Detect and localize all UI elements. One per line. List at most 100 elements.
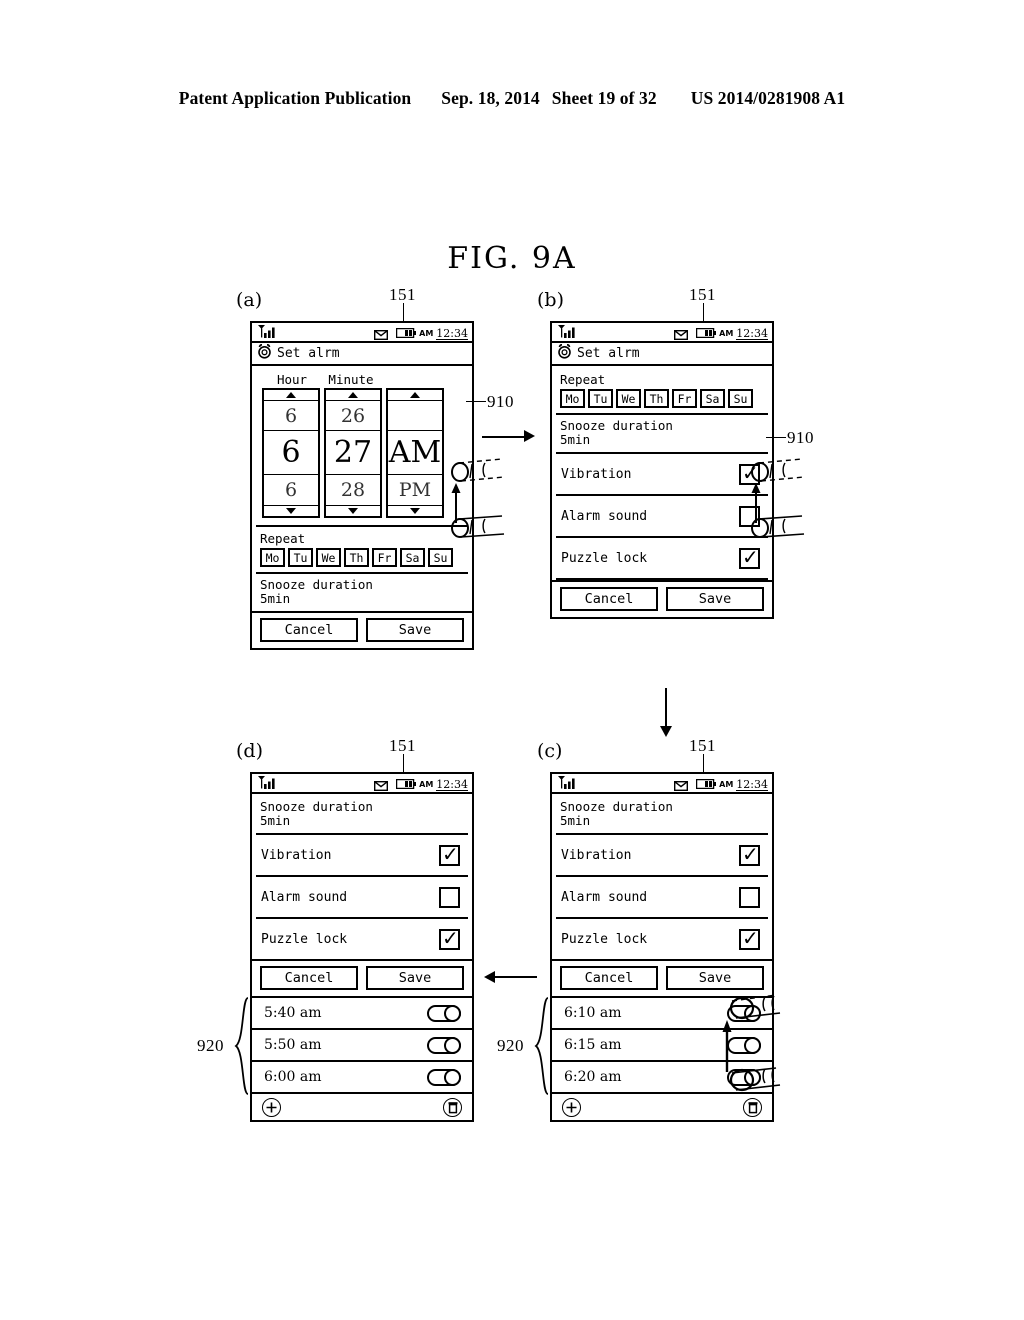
- meridiem-selected-value[interactable]: AM: [388, 431, 442, 475]
- checkbox-vibration-c[interactable]: ✓: [739, 844, 760, 866]
- repeat-day-su[interactable]: Su: [428, 548, 453, 567]
- setting-row-vibration-b[interactable]: Vibration ✓: [552, 454, 772, 494]
- phone-panel-b: AM 12:34 Set alrm Repeat Mo Tu We Th Fr …: [550, 321, 774, 619]
- hour-up-arrow[interactable]: [264, 390, 318, 401]
- button-bar-d: Cancel Save: [252, 959, 472, 996]
- ref-151-a: 151: [389, 285, 416, 304]
- save-button-b[interactable]: Save: [666, 587, 764, 611]
- toggle-knob: [444, 1004, 461, 1022]
- title-bar-a: Set alrm: [252, 343, 472, 366]
- setting-row-alarm-sound-b[interactable]: Alarm sound: [552, 496, 772, 536]
- snooze-label-b: Snooze duration: [560, 418, 673, 433]
- checkbox-puzzle-lock-c[interactable]: ✓: [739, 928, 760, 950]
- checkbox-alarm-sound-d[interactable]: [439, 886, 460, 908]
- minute-picker-column[interactable]: 26 27 28: [324, 388, 382, 518]
- drag-gesture-icon-c: [722, 994, 781, 1092]
- alarm-list-item-3-d[interactable]: 6:00 am: [252, 1060, 472, 1092]
- meridiem-next-value[interactable]: PM: [388, 475, 442, 505]
- save-button-c[interactable]: Save: [666, 966, 764, 990]
- cancel-button-a[interactable]: Cancel: [260, 618, 358, 642]
- status-ampm-b: AM: [719, 329, 734, 338]
- meridiem-prev-value[interactable]: [388, 401, 442, 431]
- repeat-day-su[interactable]: Su: [728, 389, 753, 408]
- checkbox-vibration-d[interactable]: ✓: [439, 844, 460, 866]
- snooze-label-a: Snooze duration: [260, 577, 373, 592]
- pinch-gesture-icon-a: [451, 458, 505, 538]
- alarm-toggle-1-d[interactable]: [427, 1004, 461, 1022]
- trash-circle-icon-d[interactable]: [443, 1097, 462, 1117]
- repeat-day-th[interactable]: Th: [644, 389, 669, 408]
- signal-bars-icon: [558, 325, 578, 338]
- minute-down-arrow[interactable]: [326, 505, 380, 516]
- plus-circle-icon-c[interactable]: [562, 1097, 581, 1117]
- cancel-button-c[interactable]: Cancel: [560, 966, 658, 990]
- arrow-a-to-b-line: [482, 436, 526, 438]
- repeat-day-mo[interactable]: Mo: [560, 389, 585, 408]
- setting-row-alarm-sound-c[interactable]: Alarm sound: [552, 877, 772, 917]
- minute-next-value[interactable]: 28: [326, 475, 380, 505]
- repeat-day-sa[interactable]: Sa: [400, 548, 425, 567]
- alarm-list-item-1-d[interactable]: 5:40 am: [252, 996, 472, 1028]
- setting-row-vibration-d[interactable]: Vibration ✓: [252, 835, 472, 875]
- repeat-day-tu[interactable]: Tu: [288, 548, 313, 567]
- minute-up-arrow[interactable]: [326, 390, 380, 401]
- envelope-icon: [373, 778, 389, 796]
- setting-row-puzzle-lock-b[interactable]: Puzzle lock ✓: [552, 538, 772, 578]
- alarm-list-item-2-d[interactable]: 5:50 am: [252, 1028, 472, 1060]
- save-button-d[interactable]: Save: [366, 966, 464, 990]
- plus-circle-icon-d[interactable]: [262, 1097, 281, 1117]
- cancel-button-b[interactable]: Cancel: [560, 587, 658, 611]
- trash-circle-icon-c[interactable]: [743, 1097, 762, 1117]
- alarm-time-2-d: 5:50 am: [264, 1037, 322, 1053]
- repeat-day-fr[interactable]: Fr: [672, 389, 697, 408]
- status-ampm-d: AM: [419, 780, 434, 789]
- meridiem-down-arrow[interactable]: [388, 505, 442, 516]
- hour-down-arrow[interactable]: [264, 505, 318, 516]
- minute-selected-value[interactable]: 27: [326, 431, 380, 475]
- hour-prev-value[interactable]: 6: [264, 401, 318, 431]
- title-bar-label-a: Set alrm: [277, 346, 340, 361]
- setting-row-puzzle-lock-c[interactable]: Puzzle lock ✓: [552, 919, 772, 959]
- alarm-toggle-3-d[interactable]: [427, 1068, 461, 1086]
- alarm-toggle-2-d[interactable]: [427, 1036, 461, 1054]
- checkbox-puzzle-lock-b[interactable]: ✓: [739, 547, 760, 569]
- meridiem-picker-column[interactable]: AM PM: [386, 388, 444, 518]
- alarm-clock-icon: [257, 343, 272, 363]
- phone-panel-a: AM 12:34 Set alrm Hour Minute 6 6 6 26 2…: [250, 321, 474, 650]
- cancel-button-d[interactable]: Cancel: [260, 966, 358, 990]
- repeat-day-sa[interactable]: Sa: [700, 389, 725, 408]
- meridiem-up-arrow[interactable]: [388, 390, 442, 401]
- hour-next-value[interactable]: 6: [264, 475, 318, 505]
- snooze-section-c[interactable]: Snooze duration 5min: [552, 794, 772, 833]
- sheet-number: Sheet 19 of 32: [551, 88, 657, 108]
- hour-selected-value[interactable]: 6: [264, 431, 318, 475]
- setting-row-puzzle-lock-d[interactable]: Puzzle lock ✓: [252, 919, 472, 959]
- hour-picker-column[interactable]: 6 6 6: [262, 388, 320, 518]
- setting-row-vibration-c[interactable]: Vibration ✓: [552, 835, 772, 875]
- snooze-section-d[interactable]: Snooze duration 5min: [252, 794, 472, 833]
- checkbox-puzzle-lock-d[interactable]: ✓: [439, 928, 460, 950]
- status-bar-a: AM 12:34: [252, 323, 472, 343]
- panel-label-c: (c): [537, 740, 563, 762]
- minute-prev-value[interactable]: 26: [326, 401, 380, 431]
- repeat-day-we[interactable]: We: [316, 548, 341, 567]
- setting-label-puzzle-lock-c: Puzzle lock: [561, 931, 648, 947]
- snooze-section-a[interactable]: Snooze duration 5min: [252, 574, 472, 611]
- repeat-day-mo[interactable]: Mo: [260, 548, 285, 567]
- ref-920-d: 920: [197, 1036, 224, 1055]
- repeat-day-fr[interactable]: Fr: [372, 548, 397, 567]
- snooze-value-d: 5min: [260, 813, 291, 828]
- checkbox-alarm-sound-c[interactable]: [739, 886, 760, 908]
- repeat-day-we[interactable]: We: [616, 389, 641, 408]
- envelope-icon: [373, 327, 389, 345]
- snooze-section-b[interactable]: Snooze duration 5min: [552, 415, 772, 452]
- status-bar-d: AM 12:34: [252, 774, 472, 794]
- repeat-day-th[interactable]: Th: [344, 548, 369, 567]
- repeat-day-tu[interactable]: Tu: [588, 389, 613, 408]
- status-ampm-a: AM: [419, 329, 434, 338]
- save-button-a[interactable]: Save: [366, 618, 464, 642]
- arrow-c-to-d-head: [484, 971, 495, 983]
- setting-row-alarm-sound-d[interactable]: Alarm sound: [252, 877, 472, 917]
- setting-label-vibration-d: Vibration: [261, 847, 332, 863]
- title-bar-b: Set alrm: [552, 343, 772, 366]
